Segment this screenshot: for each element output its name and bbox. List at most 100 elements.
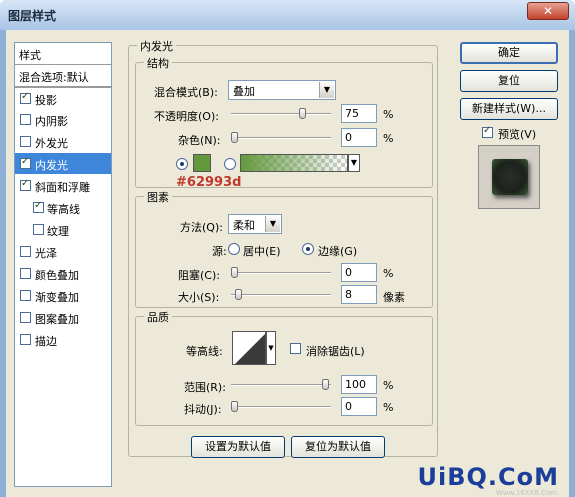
- opacity-slider[interactable]: [231, 108, 331, 119]
- antialias-label: 消除锯齿(L): [306, 345, 365, 358]
- blend-options-item[interactable]: 混合选项:默认: [15, 65, 111, 87]
- style-item[interactable]: 投影: [15, 87, 111, 109]
- range-slider-thumb[interactable]: [322, 379, 329, 390]
- chevron-down-icon: ▼: [265, 216, 280, 232]
- style-item-checkbox[interactable]: [20, 290, 31, 301]
- make-default-button[interactable]: 设置为默认值: [191, 436, 285, 458]
- jitter-slider-thumb[interactable]: [231, 401, 238, 412]
- style-item[interactable]: 斜面和浮雕: [15, 175, 111, 197]
- style-item[interactable]: 图案叠加: [15, 307, 111, 329]
- range-label: 范围(R):: [184, 381, 226, 394]
- gradient-picker[interactable]: [240, 154, 348, 172]
- noise-label: 杂色(N):: [178, 134, 221, 147]
- noise-slider-thumb[interactable]: [231, 132, 238, 143]
- style-item-checkbox[interactable]: [33, 200, 44, 213]
- opacity-slider-thumb[interactable]: [299, 108, 306, 119]
- style-item-label: 渐变叠加: [35, 291, 79, 304]
- opacity-unit: %: [383, 108, 394, 121]
- glow-color-swatch[interactable]: [193, 154, 211, 172]
- choke-input[interactable]: 0: [341, 263, 377, 282]
- size-label: 大小(S):: [178, 291, 220, 304]
- style-item-checkbox[interactable]: [20, 178, 31, 191]
- contour-preview[interactable]: [232, 331, 266, 365]
- solid-color-radio[interactable]: [176, 158, 188, 170]
- ok-button[interactable]: 确定: [460, 42, 558, 64]
- style-item[interactable]: 外发光: [15, 131, 111, 153]
- style-item[interactable]: 光泽: [15, 241, 111, 263]
- gradient-dropdown[interactable]: ▼: [348, 154, 360, 172]
- style-item[interactable]: 纹理: [15, 219, 111, 241]
- source-label: 源:: [212, 245, 227, 258]
- choke-label: 阻塞(C):: [178, 269, 220, 282]
- style-item-checkbox[interactable]: [20, 156, 31, 169]
- style-item-checkbox[interactable]: [20, 246, 31, 257]
- source-edge-radio[interactable]: [302, 243, 314, 255]
- style-item-checkbox[interactable]: [20, 312, 31, 323]
- style-item-label: 等高线: [47, 203, 80, 216]
- opacity-input[interactable]: 75: [341, 104, 377, 123]
- style-list: 样式 混合选项:默认 投影内阴影外发光内发光斜面和浮雕等高线纹理光泽颜色叠加渐变…: [14, 42, 112, 487]
- technique-value: 柔和: [233, 219, 255, 232]
- style-item-label: 外发光: [35, 137, 68, 150]
- style-item[interactable]: 内发光: [15, 153, 111, 175]
- size-slider-thumb[interactable]: [235, 289, 242, 300]
- source-edge-label: 边缘(G): [318, 245, 358, 258]
- style-item-checkbox[interactable]: [20, 136, 31, 147]
- style-item-checkbox[interactable]: [20, 114, 31, 125]
- blend-mode-value: 叠加: [233, 85, 255, 98]
- style-item[interactable]: 颜色叠加: [15, 263, 111, 285]
- opacity-label: 不透明度(O):: [154, 110, 219, 123]
- contour-curve-icon: [235, 334, 265, 364]
- style-item[interactable]: 渐变叠加: [15, 285, 111, 307]
- blend-mode-label: 混合模式(B):: [154, 86, 218, 99]
- new-style-button[interactable]: 新建样式(W)...: [460, 98, 558, 120]
- range-slider[interactable]: [231, 379, 331, 390]
- quality-title: 品质: [144, 309, 172, 325]
- style-item[interactable]: 内阴影: [15, 109, 111, 131]
- elements-title: 图素: [144, 189, 172, 205]
- gradient-radio[interactable]: [224, 158, 236, 170]
- size-slider[interactable]: [231, 289, 331, 300]
- elements-group: 图素 方法(Q): 柔和 ▼ 源: 居中(E) 边缘(G) 阻塞(C): 0 %…: [135, 189, 433, 308]
- antialias-checkbox[interactable]: [290, 343, 301, 354]
- range-input[interactable]: 100: [341, 375, 377, 394]
- size-input[interactable]: 8: [341, 285, 377, 304]
- size-unit: 像素: [383, 291, 405, 304]
- style-item-checkbox[interactable]: [20, 91, 31, 104]
- watermark-logo: UiBQ.CoM: [417, 463, 559, 491]
- preview-thumbnail: [492, 159, 528, 195]
- choke-slider[interactable]: [231, 267, 331, 278]
- style-items: 投影内阴影外发光内发光斜面和浮雕等高线纹理光泽颜色叠加渐变叠加图案叠加描边: [15, 87, 111, 351]
- jitter-input[interactable]: 0: [341, 397, 377, 416]
- title-bar[interactable]: 图层样式 ✕: [0, 0, 575, 30]
- jitter-label: 抖动(J):: [184, 403, 222, 416]
- inner-glow-title: 内发光: [137, 38, 176, 54]
- style-item-checkbox[interactable]: [20, 268, 31, 279]
- chevron-down-icon: ▼: [350, 158, 358, 167]
- style-item[interactable]: 描边: [15, 329, 111, 351]
- structure-title: 结构: [144, 55, 172, 71]
- close-button[interactable]: ✕: [527, 2, 569, 20]
- preview-label: 预览(V): [498, 128, 537, 141]
- style-item[interactable]: 等高线: [15, 197, 111, 219]
- choke-unit: %: [383, 267, 394, 280]
- reset-button[interactable]: 复位: [460, 70, 558, 92]
- contour-dropdown[interactable]: ▼: [266, 331, 276, 365]
- noise-input[interactable]: 0: [341, 128, 377, 147]
- dialog-window: 图层样式 ✕ 样式 混合选项:默认 投影内阴影外发光内发光斜面和浮雕等高线纹理光…: [0, 0, 575, 497]
- noise-slider[interactable]: [231, 132, 331, 143]
- inner-glow-group: 内发光 结构 混合模式(B): 叠加 ▼ 不透明度(O): 75 % 杂色(N)…: [128, 38, 438, 458]
- reset-default-button[interactable]: 复位为默认值: [291, 436, 385, 458]
- choke-slider-thumb[interactable]: [231, 267, 238, 278]
- contour-label: 等高线:: [186, 345, 223, 358]
- dialog-client: 样式 混合选项:默认 投影内阴影外发光内发光斜面和浮雕等高线纹理光泽颜色叠加渐变…: [6, 30, 569, 497]
- jitter-slider[interactable]: [231, 401, 331, 412]
- style-item-checkbox[interactable]: [20, 334, 31, 345]
- style-list-header[interactable]: 样式: [15, 43, 111, 65]
- source-center-radio[interactable]: [228, 243, 240, 255]
- technique-select[interactable]: 柔和 ▼: [228, 214, 282, 234]
- style-item-checkbox[interactable]: [33, 224, 44, 235]
- watermark-sub: Www.16XX8.Com: [495, 489, 557, 497]
- blend-mode-select[interactable]: 叠加 ▼: [228, 80, 336, 100]
- preview-checkbox[interactable]: [482, 125, 493, 138]
